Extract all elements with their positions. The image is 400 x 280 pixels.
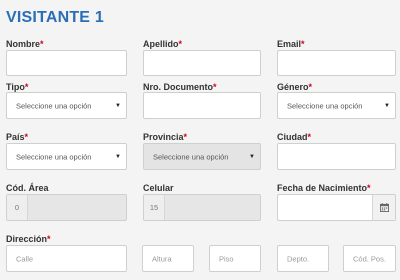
tipo-label: Tipo* xyxy=(6,82,29,92)
apellido-input[interactable] xyxy=(143,50,261,76)
ciudad-input[interactable] xyxy=(277,143,396,170)
calendar-icon xyxy=(379,203,389,212)
genero-select[interactable]: Seleccione una opción ▼ xyxy=(277,92,396,119)
caret-down-icon: ▼ xyxy=(115,102,121,109)
piso-input[interactable]: Piso xyxy=(209,245,261,272)
cod-area-input[interactable]: 0 xyxy=(6,194,127,221)
cod-pos-input[interactable]: Cód. Pos. xyxy=(343,245,396,272)
altura-input[interactable]: Altura xyxy=(142,245,194,272)
genero-label: Género* xyxy=(277,82,313,92)
tipo-select[interactable]: Seleccione una opción ▼ xyxy=(6,92,127,119)
nombre-input[interactable] xyxy=(6,50,127,76)
calendar-button[interactable] xyxy=(372,195,395,220)
caret-down-icon: ▼ xyxy=(384,102,390,109)
pais-label: País* xyxy=(6,132,29,142)
provincia-select[interactable]: Seleccione una opción ▼ xyxy=(143,143,261,170)
piso-placeholder: Piso xyxy=(219,254,234,263)
fecha-nacimiento-input[interactable] xyxy=(277,194,396,221)
celular-prefix: 15 xyxy=(144,195,165,220)
genero-selected: Seleccione una opción xyxy=(287,101,363,110)
celular-label: Celular xyxy=(143,183,174,193)
provincia-label: Provincia* xyxy=(143,132,188,142)
altura-placeholder: Altura xyxy=(152,254,172,263)
depto-input[interactable]: Depto. xyxy=(277,245,329,272)
cod-area-label: Cód. Área xyxy=(6,183,49,193)
nro-documento-input[interactable] xyxy=(143,92,261,119)
ciudad-label: Ciudad* xyxy=(277,132,312,142)
fecha-nacimiento-label: Fecha de Nacimiento* xyxy=(277,183,371,193)
nro-documento-label: Nro. Documento* xyxy=(143,82,217,92)
cod-pos-placeholder: Cód. Pos. xyxy=(353,254,386,263)
visitor-form: VISITANTE 1 Nombre* Apellido* Email* Tip… xyxy=(0,0,400,280)
caret-down-icon: ▼ xyxy=(249,153,255,160)
nombre-label: Nombre* xyxy=(6,39,44,49)
tipo-selected: Seleccione una opción xyxy=(16,101,92,110)
depto-placeholder: Depto. xyxy=(287,254,310,263)
cod-area-prefix: 0 xyxy=(7,195,28,220)
celular-input[interactable]: 15 xyxy=(143,194,261,221)
provincia-selected: Seleccione una opción xyxy=(153,152,229,161)
section-title: VISITANTE 1 xyxy=(6,9,104,26)
apellido-label: Apellido* xyxy=(143,39,183,49)
caret-down-icon: ▼ xyxy=(115,153,121,160)
calle-input[interactable]: Calle xyxy=(6,245,127,272)
email-input[interactable] xyxy=(277,50,396,76)
pais-select[interactable]: Seleccione una opción ▼ xyxy=(6,143,127,170)
pais-selected: Seleccione una opción xyxy=(16,152,92,161)
calle-placeholder: Calle xyxy=(16,254,34,263)
direccion-label: Dirección* xyxy=(6,234,51,244)
email-label: Email* xyxy=(277,39,305,49)
